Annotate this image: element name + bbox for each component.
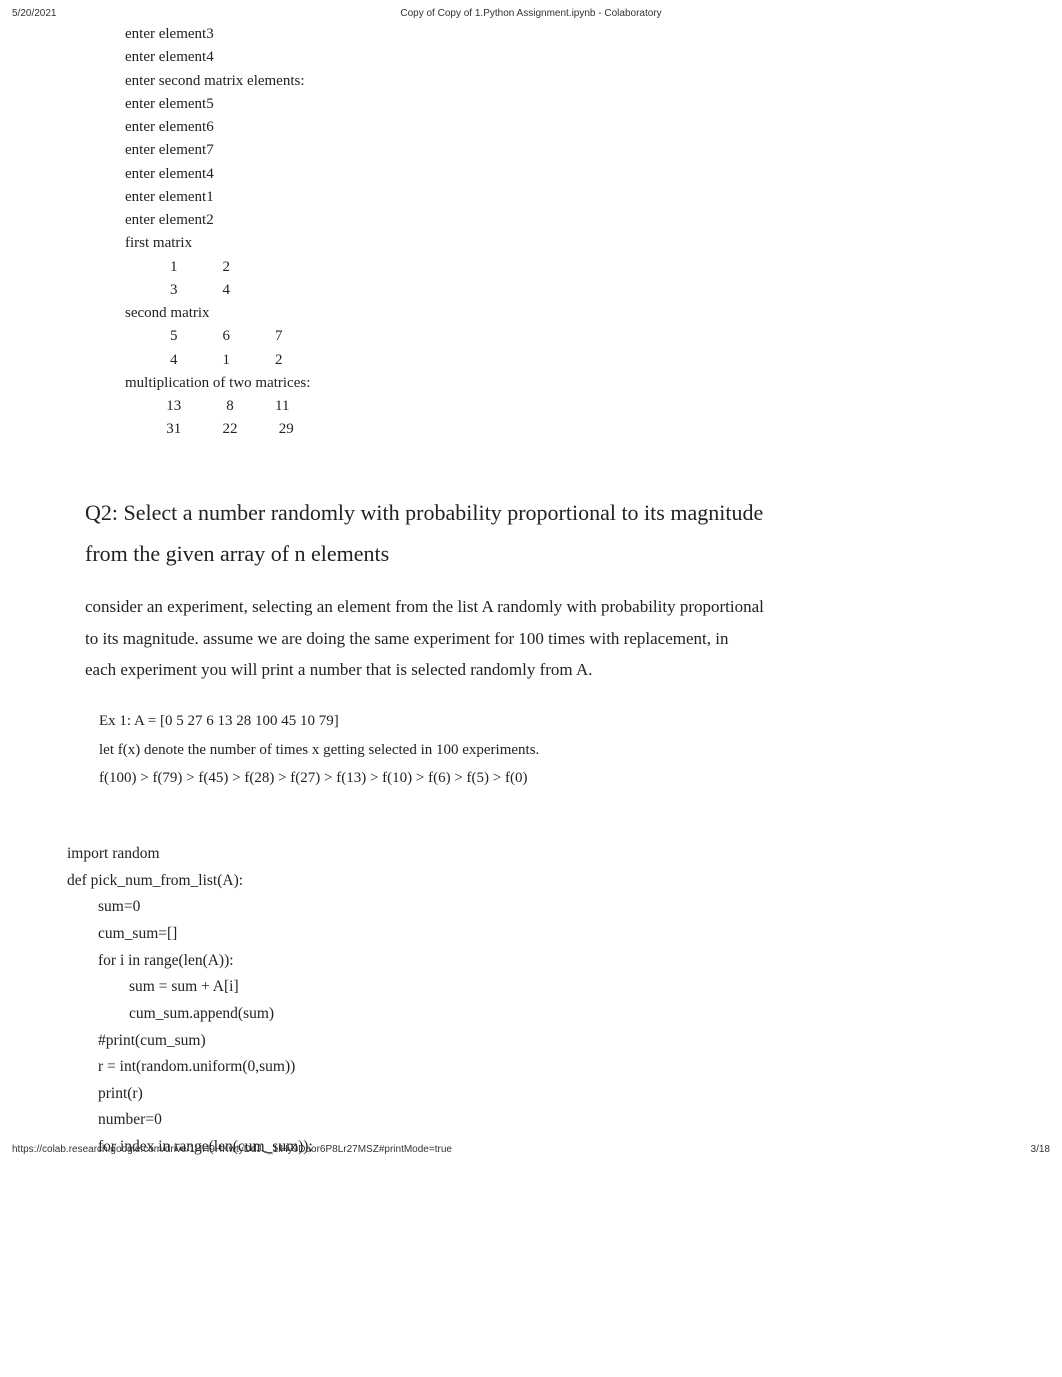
heading-line-2: from the given array of n elements	[85, 533, 992, 575]
code-line: sum=0	[67, 894, 992, 921]
code-line: print(r)	[67, 1081, 992, 1108]
heading-line-1: Q2: Select a number randomly with probab…	[85, 492, 992, 534]
output-line: enter element3	[125, 23, 992, 46]
output-line: enter element5	[125, 93, 992, 116]
example-block: Ex 1: A = [0 5 27 6 13 28 100 45 10 79] …	[85, 707, 992, 793]
paragraph-line: to its magnitude. assume we are doing th…	[85, 623, 992, 654]
output-line: enter element4	[125, 163, 992, 186]
code-line: cum_sum.append(sum)	[67, 1001, 992, 1028]
example-line: f(100) > f(79) > f(45) > f(28) > f(27) >…	[99, 764, 992, 793]
footer-url: https://colab.research.google.com/drive/…	[12, 1144, 452, 1155]
output-line: 31 22 29	[125, 418, 992, 441]
output-line: multiplication of two matrices:	[125, 372, 992, 395]
code-line: cum_sum=[]	[67, 921, 992, 948]
main-content: enter element3 enter element4 enter seco…	[0, 23, 1062, 1161]
code-line: number=0	[67, 1107, 992, 1134]
page-footer: https://colab.research.google.com/drive/…	[12, 1144, 1050, 1155]
header-title: Copy of Copy of 1.Python Assignment.ipyn…	[400, 8, 661, 19]
code-block: import random def pick_num_from_list(A):…	[67, 841, 992, 1161]
output-line: enter element6	[125, 116, 992, 139]
header-date: 5/20/2021	[12, 8, 57, 19]
output-line: first matrix	[125, 232, 992, 255]
output-line: enter second matrix elements:	[125, 70, 992, 93]
code-line: r = int(random.uniform(0,sum))	[67, 1054, 992, 1081]
page-header: 5/20/2021 Copy of Copy of 1.Python Assig…	[0, 0, 1062, 23]
output-line: 5 6 7	[125, 325, 992, 348]
code-line: sum = sum + A[i]	[67, 974, 992, 1001]
code-line: def pick_num_from_list(A):	[67, 868, 992, 895]
output-line: enter element1	[125, 186, 992, 209]
question-description: consider an experiment, selecting an ele…	[85, 591, 992, 685]
example-line: Ex 1: A = [0 5 27 6 13 28 100 45 10 79]	[99, 707, 992, 736]
question-heading: Q2: Select a number randomly with probab…	[85, 492, 992, 576]
code-line: for i in range(len(A)):	[67, 948, 992, 975]
code-line: #print(cum_sum)	[67, 1028, 992, 1055]
paragraph-line: each experiment you will print a number …	[85, 654, 992, 685]
output-line: enter element4	[125, 46, 992, 69]
output-line: 4 1 2	[125, 349, 992, 372]
code-line: import random	[67, 841, 992, 868]
example-line: let f(x) denote the number of times x ge…	[99, 736, 992, 765]
paragraph-line: consider an experiment, selecting an ele…	[85, 591, 992, 622]
output-line: 1 2	[125, 256, 992, 279]
footer-page-number: 3/18	[1031, 1144, 1050, 1155]
output-line: enter element2	[125, 209, 992, 232]
program-output: enter element3 enter element4 enter seco…	[85, 23, 992, 442]
output-line: second matrix	[125, 302, 992, 325]
output-line: enter element7	[125, 139, 992, 162]
output-line: 13 8 11	[125, 395, 992, 418]
output-line: 3 4	[125, 279, 992, 302]
